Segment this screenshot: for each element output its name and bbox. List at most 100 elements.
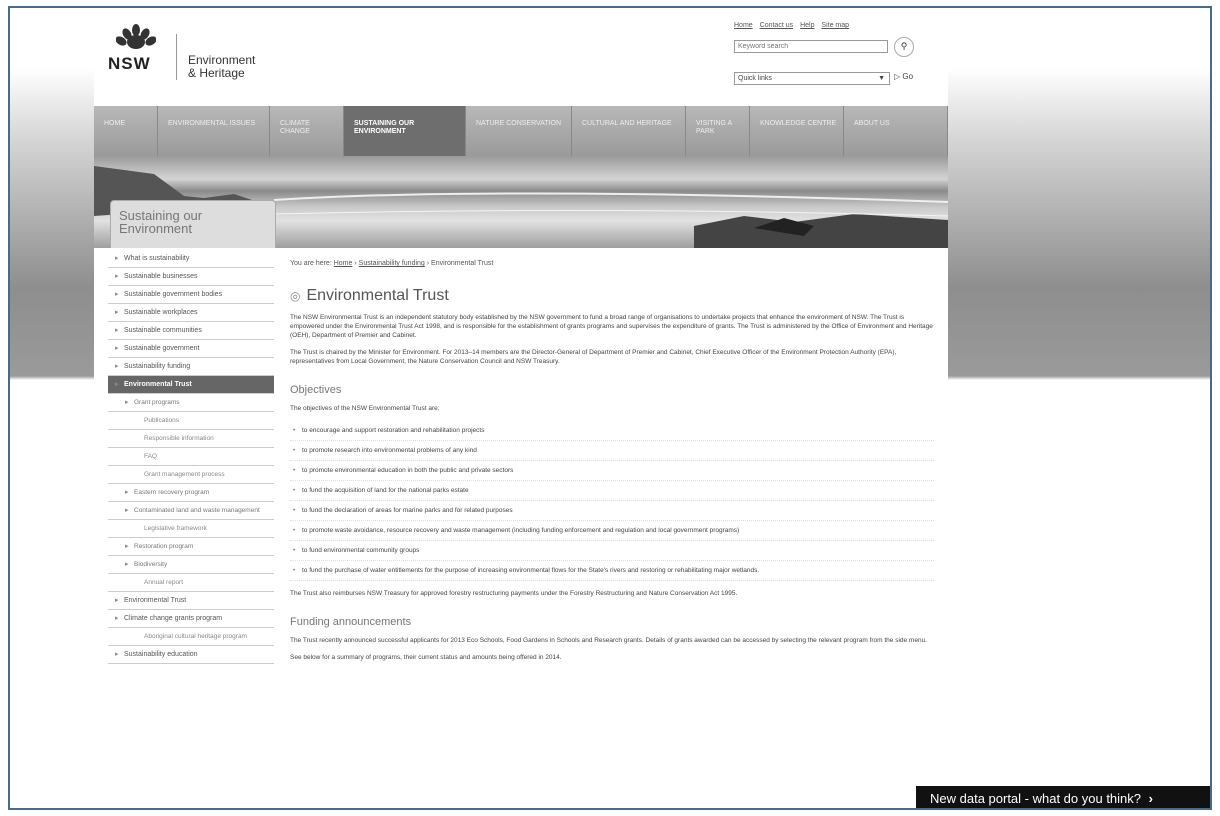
objective-item: to fund the acquisition of land for the … bbox=[290, 481, 934, 501]
bullet-icon: ▸ bbox=[115, 363, 119, 370]
sidebar-item[interactable]: ▸ Eastern recovery program bbox=[108, 484, 274, 502]
objective-item: to fund the purchase of water entitlemen… bbox=[290, 561, 934, 581]
objective-item: to encourage and support restoration and… bbox=[290, 421, 934, 441]
sidebar-item-label: Grant programs bbox=[134, 399, 180, 406]
brand-line-2: & Heritage bbox=[188, 66, 245, 80]
sidebar-item-label: Contaminated land and waste management bbox=[134, 507, 260, 514]
search-input[interactable] bbox=[734, 40, 888, 53]
nav-item-visiting-park[interactable]: Visiting a park bbox=[686, 106, 750, 156]
sidebar-item[interactable]: ▸ Grant programs bbox=[108, 394, 274, 412]
sidebar-item[interactable]: ▸ Sustainable businesses bbox=[108, 268, 274, 286]
sidebar-item[interactable]: Aboriginal cultural heritage program bbox=[108, 628, 274, 646]
quick-links-value: Quick links bbox=[738, 75, 772, 82]
sidebar-item[interactable]: Publications bbox=[108, 412, 274, 430]
sidebar-item-label: Annual report bbox=[144, 579, 184, 586]
sidebar-item[interactable]: Annual report bbox=[108, 574, 274, 592]
objective-item: to promote environmental education in bo… bbox=[290, 461, 934, 481]
nav-item-knowledge-centre[interactable]: Knowledge centre bbox=[750, 106, 844, 156]
nav-item-nature-conservation[interactable]: Nature conservation bbox=[466, 106, 572, 156]
bullet-icon: ▸ bbox=[115, 615, 119, 622]
bullet-icon: ▸ bbox=[115, 273, 119, 280]
browser-frame: NSW Environment & Heritage Home Contact … bbox=[8, 6, 1212, 810]
objectives-heading: Objectives bbox=[290, 384, 342, 396]
go-button[interactable]: ▷ Go bbox=[894, 72, 913, 81]
quick-links-select[interactable]: Quick links ▼ bbox=[734, 72, 890, 85]
sidebar-item[interactable]: ▸ Sustainable workplaces bbox=[108, 304, 274, 322]
sidebar-item[interactable]: ▸ Sustainable government bodies bbox=[108, 286, 274, 304]
sidebar-item[interactable]: Responsible information bbox=[108, 430, 274, 448]
bullet-icon: ▸ bbox=[125, 561, 129, 568]
nsw-logo[interactable]: NSW Environment & Heritage bbox=[108, 24, 288, 84]
page-title: ◎ Environmental Trust bbox=[290, 287, 934, 305]
breadcrumb-prefix: You are here: bbox=[290, 260, 332, 267]
sidebar-item[interactable]: Grant management process bbox=[108, 466, 274, 484]
sidebar-item[interactable]: ▸ Biodiversity bbox=[108, 556, 274, 574]
sidebar-item-label: Environmental Trust bbox=[124, 597, 187, 604]
sidebar-item[interactable]: ▸ Restoration program bbox=[108, 538, 274, 556]
funding-heading: Funding announcements bbox=[290, 616, 412, 628]
sidebar-item[interactable]: ▸ Sustainable government bbox=[108, 340, 274, 358]
sidebar-item[interactable]: ▸ Environmental Trust bbox=[108, 592, 274, 610]
page: NSW Environment & Heritage Home Contact … bbox=[94, 8, 948, 808]
sidebar-item-label: Sustainability education bbox=[124, 651, 198, 658]
main-content: You are here: Home › Sustainability fund… bbox=[290, 260, 934, 670]
search-button[interactable]: ⚲ bbox=[894, 37, 914, 57]
bullet-icon: ▸ bbox=[115, 309, 119, 316]
sidebar-item[interactable]: ▸ Environmental Trust bbox=[108, 376, 274, 394]
sidebar-item-label: Sustainability funding bbox=[124, 363, 191, 370]
nav-item-about-us[interactable]: About us bbox=[844, 106, 948, 156]
sidebar-item-label: Sustainable communities bbox=[124, 327, 202, 334]
breadcrumb-funding[interactable]: Sustainability funding bbox=[359, 260, 425, 267]
sidebar-item-label: Grant management process bbox=[144, 471, 225, 478]
sidebar-item[interactable]: FAQ bbox=[108, 448, 274, 466]
feedback-button[interactable]: New data portal - what do you think? › bbox=[916, 786, 1210, 808]
nav-item-sustaining-environment[interactable]: Sustaining our environment bbox=[344, 106, 466, 156]
utility-link-help[interactable]: Help bbox=[800, 22, 814, 29]
bullet-icon: ▸ bbox=[115, 345, 119, 352]
nav-item-environmental-issues[interactable]: Environmental issues bbox=[158, 106, 270, 156]
radio-circle-icon: ◎ bbox=[290, 289, 301, 303]
sidebar-item-label: Publications bbox=[144, 417, 180, 424]
utility-link-home[interactable]: Home bbox=[734, 22, 753, 29]
sidebar-item-label: Eastern recovery program bbox=[134, 489, 210, 496]
sidebar-item-label: What is sustainability bbox=[124, 255, 190, 262]
reimbursement-paragraph: The Trust also reimburses NSW Treasury f… bbox=[290, 590, 738, 597]
bullet-icon: ▸ bbox=[115, 255, 119, 262]
breadcrumb: You are here: Home › Sustainability fund… bbox=[290, 260, 494, 267]
utility-link-sitemap[interactable]: Site map bbox=[821, 22, 849, 29]
breadcrumb-home[interactable]: Home bbox=[334, 260, 353, 267]
utility-link-contact[interactable]: Contact us bbox=[760, 22, 793, 29]
sidebar-item[interactable]: ▸ Sustainable communities bbox=[108, 322, 274, 340]
feedback-label: New data portal - what do you think? bbox=[930, 791, 1142, 806]
sidebar-item-label: Responsible information bbox=[144, 435, 214, 442]
breadcrumb-current: Environmental Trust bbox=[431, 260, 494, 267]
sidebar-item[interactable]: ▸ Climate change grants program bbox=[108, 610, 274, 628]
intro-paragraph-1: The NSW Environmental Trust is an indepe… bbox=[290, 314, 933, 339]
objective-item: to promote research into environmental p… bbox=[290, 441, 934, 461]
section-title: Sustaining our Environment bbox=[119, 209, 202, 235]
sidebar-item-label: Sustainable workplaces bbox=[124, 309, 198, 316]
sidebar-item[interactable]: ▸ Contaminated land and waste management bbox=[108, 502, 274, 520]
sidebar-item-label: Biodiversity bbox=[134, 561, 168, 568]
go-label: Go bbox=[902, 72, 914, 81]
bullet-icon: ▸ bbox=[115, 291, 119, 298]
nav-item-climate-change[interactable]: Climate change bbox=[270, 106, 344, 156]
nsw-wordmark: NSW bbox=[108, 54, 151, 73]
sidebar-item[interactable]: ▸ Sustainability funding bbox=[108, 358, 274, 376]
sidebar-item[interactable]: Legislative framework bbox=[108, 520, 274, 538]
page-title-text: Environmental Trust bbox=[306, 287, 449, 304]
nav-item-home[interactable]: Home bbox=[94, 106, 158, 156]
sidebar-item[interactable]: ▸ What is sustainability bbox=[108, 250, 274, 268]
sidebar-item-label: FAQ bbox=[144, 453, 158, 460]
objective-item: to fund the declaration of areas for mar… bbox=[290, 501, 934, 521]
chevron-down-icon: ▼ bbox=[878, 75, 885, 82]
main-nav: Home Environmental issues Climate change… bbox=[94, 106, 948, 156]
waratah-icon bbox=[116, 24, 156, 49]
sidebar-item-label: Sustainable government bodies bbox=[124, 291, 223, 298]
search-icon: ⚲ bbox=[900, 41, 908, 51]
nav-item-cultural-heritage[interactable]: Cultural and heritage bbox=[572, 106, 686, 156]
sidebar-item[interactable]: ▸ Sustainability education bbox=[108, 646, 274, 664]
objectives-intro: The objectives of the NSW Environmental … bbox=[290, 405, 440, 412]
bullet-icon: ▸ bbox=[125, 489, 129, 496]
bullet-icon: ▸ bbox=[115, 597, 119, 604]
